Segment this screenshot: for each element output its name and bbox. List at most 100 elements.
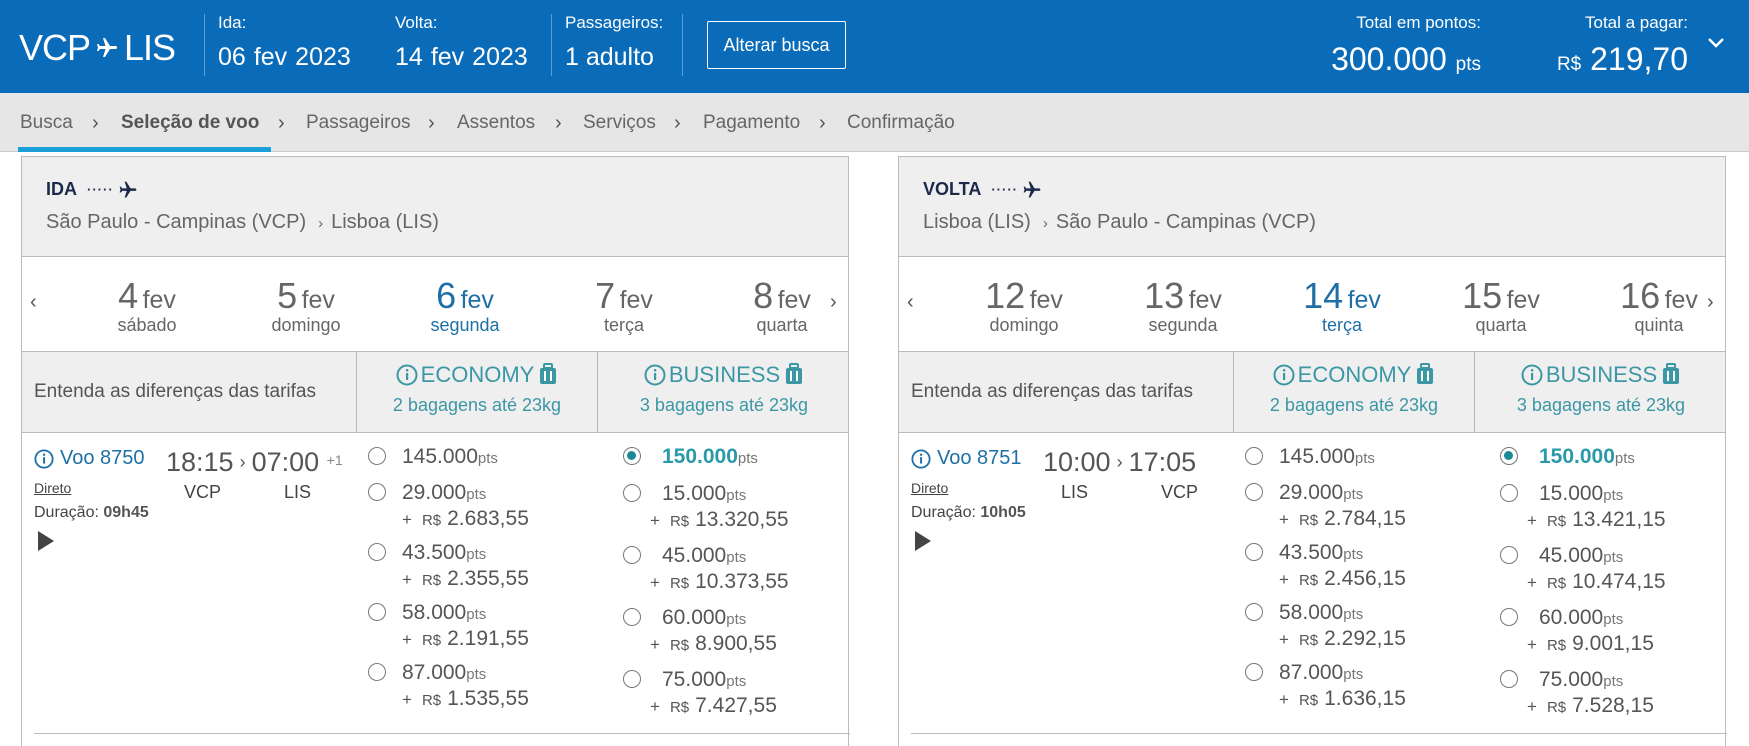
economy-fare-option[interactable]: 58.000pts + R$ 2.191,55 — [402, 601, 529, 651]
fare-money: 7.528,15 — [1572, 694, 1654, 717]
alter-search-button[interactable]: Alterar busca — [707, 21, 846, 69]
info-icon[interactable] — [396, 364, 418, 386]
business-fare-option[interactable]: 75.000pts + R$ 7.528,15 — [1527, 668, 1654, 718]
breadcrumb-assentos[interactable]: Assentos — [457, 112, 535, 134]
chevron-right-icon: › — [278, 112, 285, 134]
play-icon[interactable] — [913, 530, 933, 552]
radio-button[interactable] — [368, 447, 386, 465]
economy-fare-option[interactable]: 29.000pts + R$ 2.784,15 — [1279, 481, 1406, 531]
radio-button[interactable] — [1500, 546, 1518, 564]
date-option[interactable]: 13 fev segunda — [1118, 275, 1248, 336]
radio-button[interactable] — [623, 608, 641, 626]
business-bags: 3 bagagens até 23kg — [639, 395, 809, 415]
radio-button[interactable] — [1500, 484, 1518, 502]
date-option[interactable]: 6 fev segunda — [400, 275, 530, 336]
radio-button[interactable] — [1245, 603, 1263, 621]
chevron-down-icon[interactable] — [1707, 37, 1725, 49]
breadcrumb-pagamento[interactable]: Pagamento — [703, 112, 800, 134]
economy-fare-option[interactable]: 58.000pts + R$ 2.292,15 — [1279, 601, 1406, 651]
radio-button[interactable] — [623, 670, 641, 688]
radio-button[interactable] — [368, 543, 386, 561]
plane-icon — [119, 181, 136, 197]
breadcrumb-passageiros[interactable]: Passageiros — [306, 112, 411, 134]
date-weekday: segunda — [430, 315, 500, 335]
direct-link[interactable]: Direto — [911, 480, 948, 496]
economy-fare-option[interactable]: 87.000pts + R$ 1.636,15 — [1279, 661, 1406, 711]
direction-text: VOLTA — [923, 179, 982, 199]
radio-button[interactable] — [368, 483, 386, 501]
economy-fare-option[interactable]: 145.000pts — [1279, 445, 1375, 469]
economy-fare-option[interactable]: 29.000pts + R$ 2.683,55 — [402, 481, 529, 531]
breadcrumb-busca[interactable]: Busca — [20, 112, 73, 134]
currency-symbol: R$ — [421, 632, 442, 649]
breadcrumb-servicos[interactable]: Serviços — [583, 112, 656, 134]
radio-button[interactable] — [368, 663, 386, 681]
play-icon[interactable] — [36, 530, 56, 552]
fare-points: 15.000 — [1539, 482, 1604, 505]
chevron-right-icon[interactable]: › — [830, 291, 837, 314]
fare-differences-link[interactable]: Entenda as diferenças das tarifas — [911, 381, 1193, 403]
date-option[interactable]: 16 fev quinta — [1594, 275, 1724, 336]
business-fare-option[interactable]: 150.000pts — [1539, 445, 1635, 469]
radio-button[interactable] — [1245, 663, 1263, 681]
fare-points: 145.000 — [1279, 445, 1355, 468]
plus-sign: + — [1279, 630, 1289, 649]
radio-button[interactable] — [1245, 543, 1263, 561]
economy-bags: 2 bagagens até 23kg — [1269, 395, 1439, 415]
info-icon[interactable] — [34, 448, 54, 469]
business-fare-option[interactable]: 15.000pts + R$ 13.320,55 — [650, 482, 789, 532]
breadcrumb-confirmacao[interactable]: Confirmação — [847, 112, 955, 134]
business-fare-option[interactable]: 60.000pts + R$ 8.900,55 — [650, 606, 777, 656]
economy-fare-option[interactable]: 43.500pts + R$ 2.355,55 — [402, 541, 529, 591]
economy-fare-option[interactable]: 145.000pts — [402, 445, 498, 469]
plus-sign: + — [1279, 510, 1289, 529]
plus-sign: + — [650, 511, 660, 530]
info-icon[interactable] — [644, 364, 666, 386]
business-label: BUSINESS — [1545, 362, 1658, 387]
total-points-label: Total em pontos: — [1356, 13, 1481, 32]
radio-button[interactable] — [1500, 447, 1518, 465]
date-option[interactable]: 12 fev domingo — [959, 275, 1089, 336]
date-option[interactable]: 5 fev domingo — [241, 275, 371, 336]
business-fare-option[interactable]: 150.000pts — [662, 445, 758, 469]
business-fare-option[interactable]: 45.000pts + R$ 10.373,55 — [650, 544, 789, 594]
radio-button[interactable] — [1245, 483, 1263, 501]
business-fare-option[interactable]: 15.000pts + R$ 13.421,15 — [1527, 482, 1666, 532]
radio-button[interactable] — [623, 447, 641, 465]
date-option[interactable]: 4 fev sábado — [82, 275, 212, 336]
radio-button[interactable] — [623, 484, 641, 502]
info-icon[interactable] — [911, 448, 931, 469]
flight-times: 18:15 › 07:00 +1 — [166, 447, 343, 478]
breadcrumb-selecao-de-voo[interactable]: Seleção de voo — [121, 112, 259, 134]
date-option[interactable]: 7 fev terça — [559, 275, 689, 336]
route: São Paulo - Campinas (VCP) › Lisboa (LIS) — [46, 211, 439, 234]
business-fare-option[interactable]: 75.000pts + R$ 7.427,55 — [650, 668, 777, 718]
route-origin: Lisboa (LIS) — [923, 211, 1031, 233]
arrival-time: 17:05 — [1128, 447, 1197, 477]
economy-fare-option[interactable]: 43.500pts + R$ 2.456,15 — [1279, 541, 1406, 591]
radio-button[interactable] — [1500, 608, 1518, 626]
flight-number[interactable]: Voo 8750 — [60, 447, 145, 470]
date-option[interactable]: 15 fev quarta — [1436, 275, 1566, 336]
chevron-right-icon[interactable]: › — [1707, 291, 1714, 314]
date-option[interactable]: 8 fev quarta — [717, 275, 847, 336]
departure-time: 18:15 — [166, 447, 234, 477]
info-icon[interactable] — [1273, 364, 1295, 386]
direction-text: IDA — [46, 179, 77, 199]
flight-number[interactable]: Voo 8751 — [937, 447, 1022, 470]
direct-link[interactable]: Direto — [34, 480, 71, 496]
route-destination: Lisboa (LIS) — [331, 211, 439, 233]
fare-differences-link[interactable]: Entenda as diferenças das tarifas — [34, 381, 316, 403]
economy-fare-option[interactable]: 87.000pts + R$ 1.535,55 — [402, 661, 529, 711]
info-icon[interactable] — [1521, 364, 1543, 386]
fare-points: 43.500 — [1279, 541, 1344, 564]
chevron-left-icon[interactable]: ‹ — [30, 291, 37, 314]
radio-button[interactable] — [623, 546, 641, 564]
radio-button[interactable] — [1500, 670, 1518, 688]
business-fare-option[interactable]: 45.000pts + R$ 10.474,15 — [1527, 544, 1666, 594]
chevron-left-icon[interactable]: ‹ — [907, 291, 914, 314]
radio-button[interactable] — [368, 603, 386, 621]
date-option[interactable]: 14 fev terça — [1277, 275, 1407, 336]
business-fare-option[interactable]: 60.000pts + R$ 9.001,15 — [1527, 606, 1654, 656]
radio-button[interactable] — [1245, 447, 1263, 465]
